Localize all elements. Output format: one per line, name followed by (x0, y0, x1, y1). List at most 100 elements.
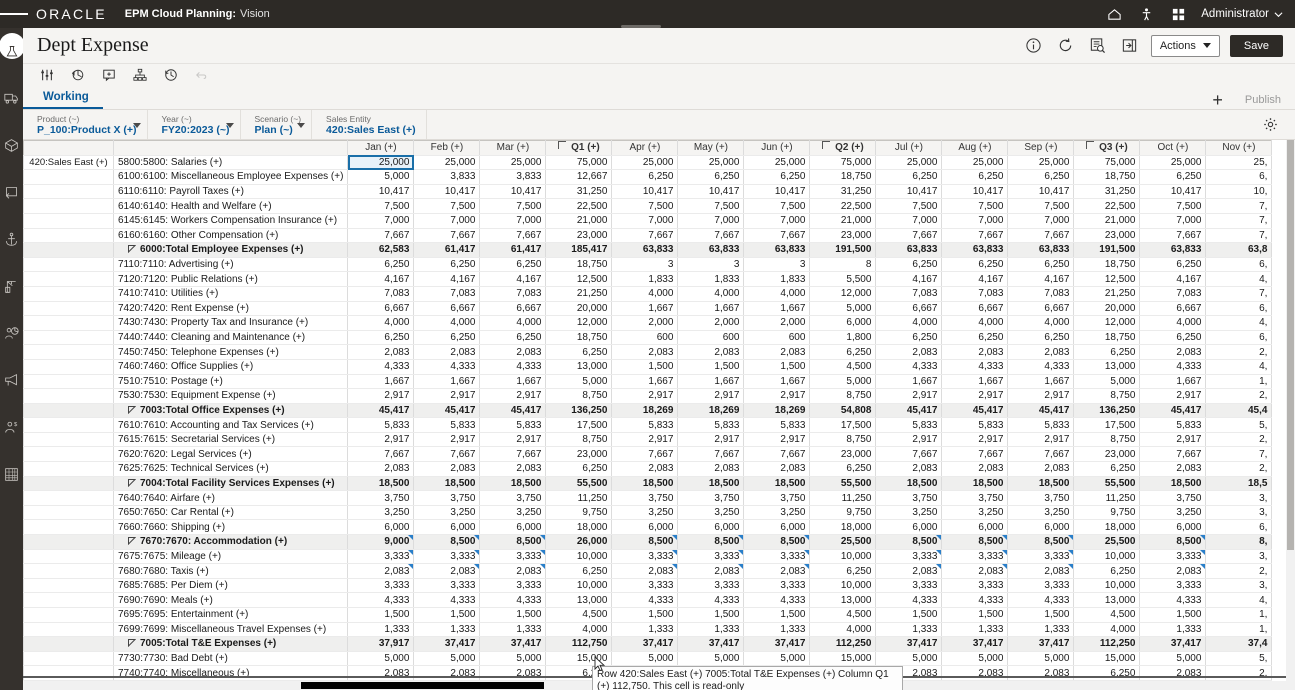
grid-cell[interactable]: 5,833 (876, 418, 942, 433)
grid-cell[interactable]: 2,083 (1008, 564, 1074, 579)
grid-row-entity[interactable] (24, 418, 114, 433)
grid-cell[interactable]: 8,750 (546, 389, 612, 404)
grid-cell[interactable]: 7,500 (612, 199, 678, 214)
grid-row-entity[interactable] (24, 228, 114, 243)
grid-cell[interactable]: 3,333 (1140, 549, 1206, 564)
grid-row-member[interactable]: 7670:7670: Accommodation (+) (114, 535, 348, 550)
grid-cell[interactable]: 21,000 (810, 213, 876, 228)
grid-cell[interactable]: 75,000 (1074, 155, 1140, 170)
grid-cell[interactable]: 2,083 (348, 462, 414, 477)
grid-cell[interactable]: 5,000 (480, 651, 546, 666)
collapse-corner-icon[interactable] (1086, 141, 1094, 149)
grid-cell[interactable]: 4,333 (744, 593, 810, 608)
grid-cell[interactable]: 3,333 (348, 578, 414, 593)
grid-cell[interactable]: 7,500 (744, 199, 810, 214)
grid-cell[interactable]: 136,250 (1074, 403, 1140, 418)
grid-cell[interactable]: 18,500 (744, 476, 810, 491)
grid-cell[interactable]: 21,250 (546, 286, 612, 301)
grid-cell[interactable]: 3,750 (1140, 491, 1206, 506)
grid-cell[interactable]: 62,583 (348, 243, 414, 258)
grid-cell[interactable]: 8 (810, 257, 876, 272)
grid-cell[interactable]: 6,250 (546, 345, 612, 360)
grid-row-member[interactable]: 7610:7610: Accounting and Tax Services (… (114, 418, 348, 433)
table-row[interactable]: 420:Sales East (+)5800:5800: Salaries (+… (24, 155, 1272, 170)
grid-cell[interactable]: 5,000 (414, 651, 480, 666)
grid-row-member[interactable]: 7420:7420: Rent Expense (+) (114, 301, 348, 316)
adjust-data-icon[interactable] (39, 68, 54, 83)
grid-cell[interactable]: 1,500 (612, 359, 678, 374)
grid-cell[interactable]: 1,500 (480, 608, 546, 623)
grid-cell[interactable]: 2,917 (678, 389, 744, 404)
grid-cell[interactable]: 8,500 (744, 535, 810, 550)
grid-cell[interactable]: 1,500 (348, 608, 414, 623)
grid-cell[interactable]: 26,000 (546, 535, 612, 550)
grid-cell[interactable]: 18,500 (1008, 476, 1074, 491)
collapse-twisty-icon[interactable] (128, 537, 136, 545)
grid-cell[interactable]: 6,250 (810, 462, 876, 477)
grid-cell[interactable]: 1,667 (678, 301, 744, 316)
grid-cell[interactable]: 63,833 (1008, 243, 1074, 258)
grid-cell[interactable]: 7,667 (612, 447, 678, 462)
grid-cell[interactable]: 4,167 (1008, 272, 1074, 287)
grid-cell[interactable]: 1,500 (942, 608, 1008, 623)
grid-row-member[interactable]: 7680:7680: Taxis (+) (114, 564, 348, 579)
grid-cell[interactable]: 7,667 (414, 447, 480, 462)
grid-cell[interactable]: 1,667 (612, 301, 678, 316)
grid-cell[interactable]: 25,000 (348, 155, 414, 170)
grid-cell[interactable]: 37,417 (480, 637, 546, 652)
grid-cell[interactable]: 6,250 (1074, 345, 1140, 360)
grid-cell[interactable]: 63,833 (744, 243, 810, 258)
grid-cell[interactable]: 5,000 (678, 651, 744, 666)
grid-cell[interactable]: 18,500 (480, 476, 546, 491)
grid-cell[interactable]: 23,000 (810, 228, 876, 243)
grid-cell[interactable]: 12,667 (546, 170, 612, 185)
grid-cell[interactable]: 2,917 (348, 432, 414, 447)
grid-cell[interactable]: 2,917 (1140, 389, 1206, 404)
grid-cell[interactable]: 7,000 (744, 213, 810, 228)
grid-cell[interactable]: 8,750 (1074, 432, 1140, 447)
grid-cell[interactable]: 5,000 (1140, 651, 1206, 666)
grid-cell[interactable]: 10,417 (1008, 184, 1074, 199)
grid-cell[interactable]: 31,250 (1074, 184, 1140, 199)
pov-sales-entity[interactable]: Sales Entity 420:Sales East (+) (312, 110, 427, 139)
grid-cell[interactable]: 15,000 (810, 651, 876, 666)
grid-cell[interactable]: 7,000 (876, 213, 942, 228)
info-icon[interactable] (1023, 35, 1045, 57)
grid-cell[interactable]: 7,667 (876, 228, 942, 243)
grid-cell[interactable]: 2,917 (942, 432, 1008, 447)
grid-cell[interactable]: 25,000 (744, 155, 810, 170)
grid-row-member[interactable]: 7660:7660: Shipping (+) (114, 520, 348, 535)
grid-cell[interactable]: 4,333 (942, 359, 1008, 374)
grid-cell[interactable]: 6,250 (810, 345, 876, 360)
grid-cell[interactable]: 3,250 (744, 505, 810, 520)
grid-cell[interactable]: 2,917 (414, 389, 480, 404)
grid-cell[interactable]: 23,000 (1074, 447, 1140, 462)
table-row[interactable]: 7685:7685: Per Diem (+)3,3333,3333,33310… (24, 578, 1272, 593)
grid-row-entity[interactable] (24, 622, 114, 637)
grid-cell[interactable]: 37,4 (1206, 637, 1272, 652)
grid-cell[interactable]: 7,667 (744, 228, 810, 243)
grid-col-header-entity[interactable] (24, 141, 114, 156)
grid-cell[interactable]: 4,000 (480, 316, 546, 331)
grid-cell[interactable]: 3, (1206, 491, 1272, 506)
grid-cell[interactable]: 6,250 (942, 330, 1008, 345)
grid-cell[interactable]: 10,417 (744, 184, 810, 199)
grid-cell[interactable]: 2,917 (744, 432, 810, 447)
grid-cell[interactable]: 37,417 (744, 637, 810, 652)
grid-cell[interactable]: 45,417 (414, 403, 480, 418)
grid-cell[interactable]: 2, (1206, 666, 1272, 681)
grid-row-entity[interactable] (24, 432, 114, 447)
grid-cell[interactable]: 8,500 (414, 535, 480, 550)
grid-cell[interactable]: 7,500 (348, 199, 414, 214)
grid-cell[interactable]: 6,250 (876, 170, 942, 185)
grid-cell[interactable]: 1,500 (1140, 608, 1206, 623)
grid-cell[interactable]: 7,667 (678, 447, 744, 462)
grid-row-entity[interactable] (24, 330, 114, 345)
grid-cell[interactable]: 2, (1206, 345, 1272, 360)
grid-cell[interactable]: 63,833 (1140, 243, 1206, 258)
table-row[interactable]: 7615:7615: Secretarial Services (+)2,917… (24, 432, 1272, 447)
rail-item-flask[interactable] (0, 28, 23, 75)
grid-cell[interactable]: 18,000 (546, 520, 612, 535)
grid-cell[interactable]: 4,500 (810, 608, 876, 623)
history-icon[interactable] (163, 68, 178, 83)
